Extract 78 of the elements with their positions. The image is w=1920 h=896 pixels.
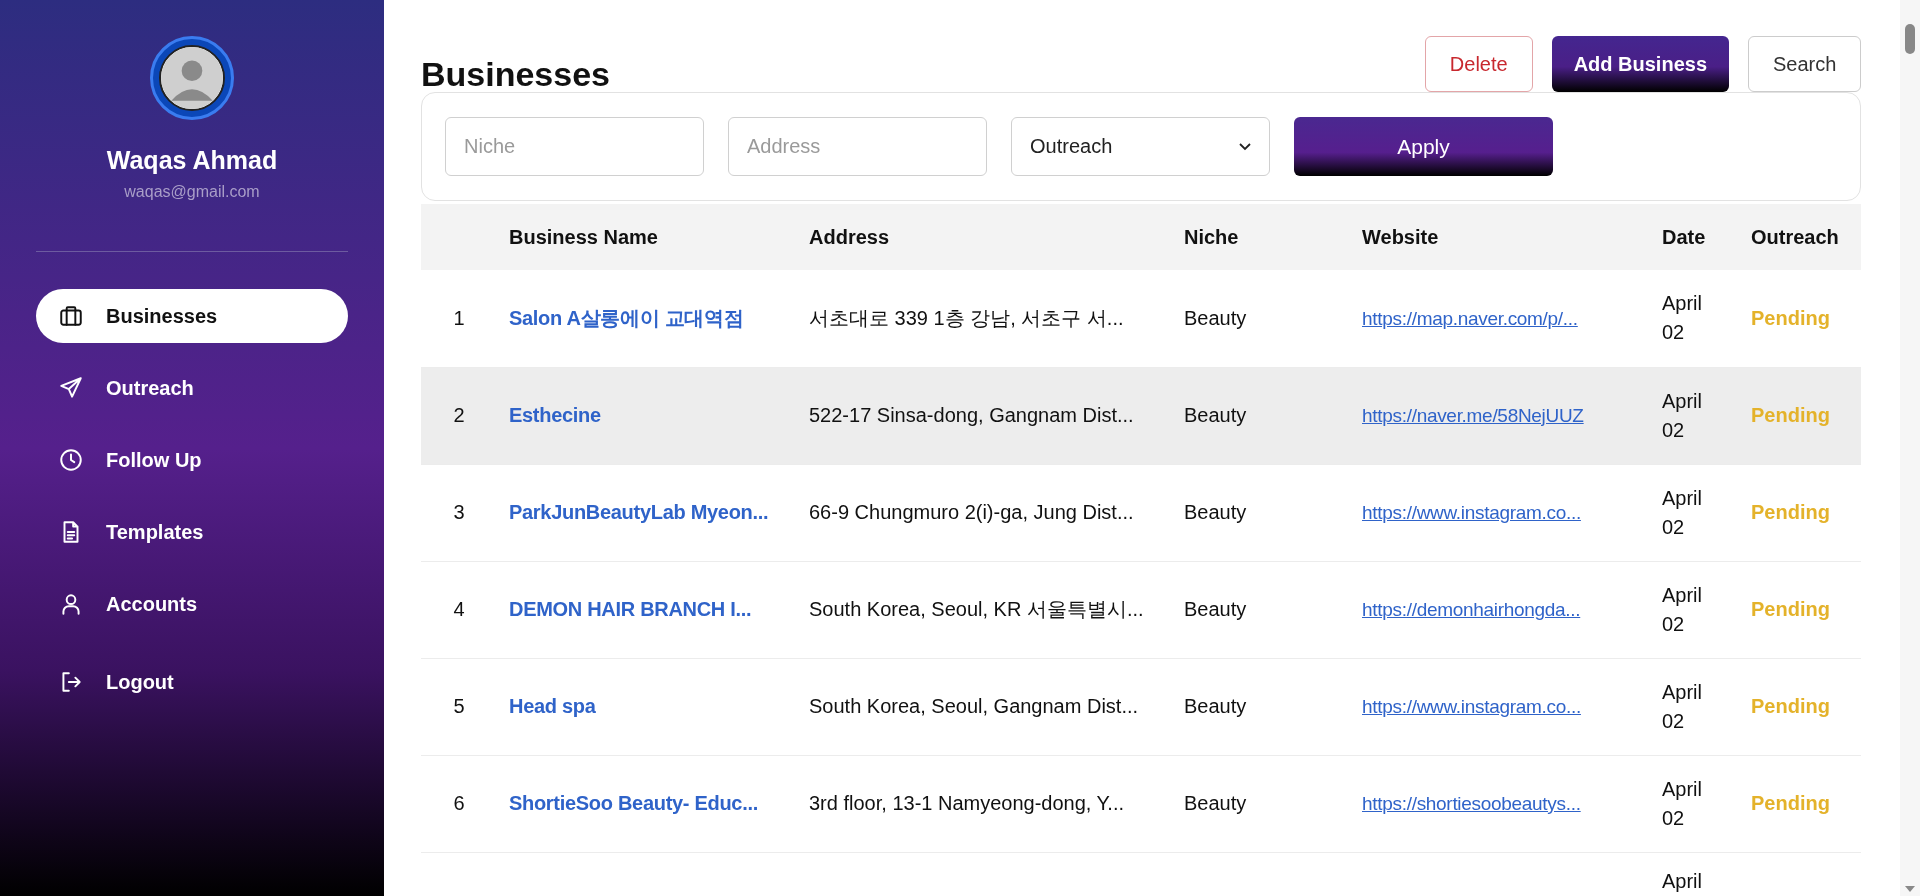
row-number: 4: [453, 598, 465, 620]
table-cell: Beauty: [1184, 306, 1247, 329]
chevron-down-icon: [1239, 142, 1251, 151]
table-cell: Beauty: [1184, 792, 1247, 814]
table-row[interactable]: 6 ShortieSoo Beauty- Educ... 3rd floor, 13-1 Namyeong-dong, Y... Beauty https://shortiesoobeautys... April 02 Pending: [421, 755, 1861, 852]
nav-item[interactable]: Outreach: [36, 361, 348, 415]
nav-item[interactable]: Businesses: [36, 289, 348, 343]
row-number: 1: [453, 306, 465, 329]
table-cell: 522-17 Sinsa-dong, Gangnam Dist...: [809, 404, 1134, 426]
business-name-link[interactable]: DEMON HAIR BRANCH I...: [509, 598, 752, 620]
table-cell-text: April 02: [1662, 679, 1703, 734]
nav-item[interactable]: Follow Up: [36, 433, 348, 487]
table-cell: Beauty: [1184, 598, 1247, 620]
column-header: Address: [797, 204, 1172, 270]
business-name-link[interactable]: ParkJunBeautyLab Myeon...: [509, 501, 769, 523]
user-name: Waqas Ahmad: [106, 146, 278, 175]
table-cell: 3rd floor, 13-1 Namyeong-dong, Y...: [809, 792, 1125, 814]
website-link[interactable]: https://www.instagram.co...: [1362, 696, 1581, 717]
table-cell-text: April 02: [1662, 388, 1703, 443]
add-business-button[interactable]: Add Business: [1551, 36, 1729, 92]
user-email: waqas@gmail.com: [124, 183, 260, 201]
row-number: 2: [453, 404, 465, 426]
table-row[interactable]: 4 DEMON HAIR BRANCH I... South Korea, Seoul, KR 서울특별시... Beauty https://demonhairhongda... April 02 Pending: [421, 561, 1861, 658]
search-button[interactable]: Search: [1748, 36, 1861, 92]
row-number: 5: [453, 695, 465, 717]
table-cell: 66-9 Chungmuro 2(i)-ga, Jung Dist...: [809, 501, 1134, 523]
outreach-status: Pending: [1751, 501, 1830, 523]
row-number: 6: [453, 792, 465, 814]
business-name-link[interactable]: Salon A살롱에이 교대역점: [509, 306, 744, 329]
niche-field[interactable]: Niche: [445, 117, 704, 176]
outreach-status: Pending: [1751, 792, 1830, 814]
table-cell: South Korea, Seoul, KR 서울특별시...: [809, 598, 1144, 620]
table-cell: 서초대로 339 1층 강남, 서초구 서...: [809, 306, 1124, 329]
highlighted-row[interactable]: 2 Esthecine 522-17 Sinsa-dong, Gangnam Dist... Beauty https://naver.me/58NejUUZ April 02 Pending: [421, 367, 1861, 464]
address-field[interactable]: Address: [728, 117, 987, 176]
website-link[interactable]: https://www.instagram.co...: [1362, 502, 1581, 523]
scrollbar-thumb[interactable]: [1905, 24, 1915, 54]
outreach-select[interactable]: Outreach: [1011, 117, 1270, 176]
table-cell-text: April: [1662, 868, 1703, 894]
delete-button[interactable]: Delete: [1424, 36, 1533, 92]
outreach-status: Pending: [1751, 598, 1830, 620]
table-cell: Beauty: [1184, 695, 1247, 717]
page-title: Businesses: [421, 54, 610, 95]
nav-item[interactable]: Logout: [36, 655, 348, 709]
outreach-status: Pending: [1751, 306, 1830, 329]
paper-plane-icon: [58, 375, 84, 401]
table-row[interactable]: 5 Head spa South Korea, Seoul, Gangnam Dist... Beauty https://www.instagram.co... April 02 Pending: [421, 658, 1861, 755]
nav-item[interactable]: Templates: [36, 505, 348, 559]
website-link[interactable]: https://naver.me/58NejUUZ: [1362, 405, 1584, 426]
outreach-status: Pending: [1751, 695, 1830, 717]
table-cell-text: April 02: [1662, 291, 1703, 346]
column-header: Website: [1350, 204, 1650, 270]
nav-item[interactable]: Accounts: [36, 577, 348, 631]
column-header: Date: [1650, 204, 1739, 270]
table-cell-text: April 02: [1662, 776, 1703, 831]
website-link[interactable]: https://demonhairhongda...: [1362, 599, 1581, 620]
table-cell-text: April 02: [1662, 582, 1703, 637]
table-cell: Beauty: [1184, 501, 1247, 523]
row-number: 3: [453, 501, 465, 523]
briefcase-icon: [58, 303, 84, 329]
website-link[interactable]: https://map.naver.com/p/...: [1362, 307, 1578, 329]
scroll-down-icon[interactable]: [1905, 886, 1915, 892]
table-cell-text: April 02: [1662, 485, 1703, 540]
clock-icon: [58, 447, 84, 473]
business-name-link[interactable]: Esthecine: [509, 404, 601, 426]
table-row[interactable]: April: [421, 852, 1861, 896]
outreach-status: Pending: [1751, 404, 1830, 426]
apply-button[interactable]: Apply: [1294, 117, 1553, 176]
business-name-link[interactable]: Head spa: [509, 695, 596, 717]
business-name-link[interactable]: ShortieSoo Beauty- Educ...: [509, 792, 758, 814]
table-row[interactable]: 1 Salon A살롱에이 교대역점 서초대로 339 1층 강남, 서초구 서... Beauty https://map.naver.com/p/... April 02 Pending: [421, 270, 1861, 367]
column-header: Niche: [1172, 204, 1350, 270]
website-link[interactable]: https://shortiesoobeautys...: [1362, 793, 1581, 814]
column-header: Outreach: [1739, 204, 1861, 270]
table-row[interactable]: 3 ParkJunBeautyLab Myeon... 66-9 Chungmuro 2(i)-ga, Jung Dist... Beauty https://www.instagram.co... April 02 Pending: [421, 464, 1861, 561]
column-header: Business Name: [497, 204, 797, 270]
table-cell: Beauty: [1184, 404, 1247, 426]
table-cell: South Korea, Seoul, Gangnam Dist...: [809, 695, 1139, 717]
